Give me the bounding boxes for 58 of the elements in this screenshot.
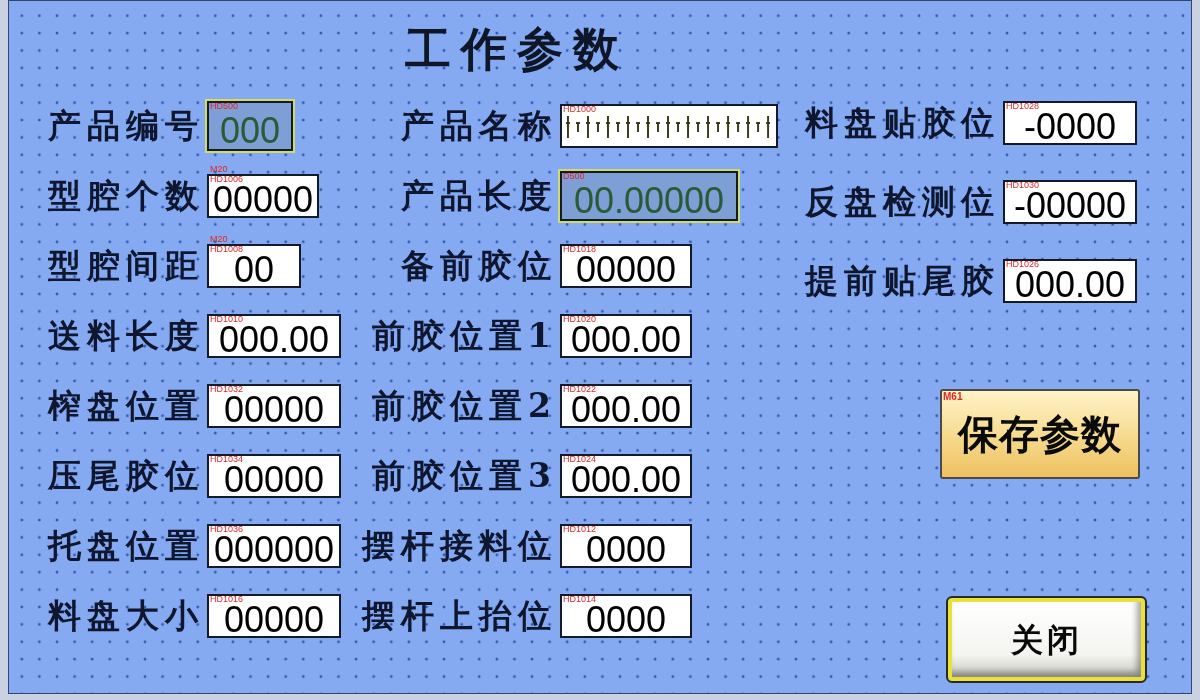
address-tag: HD1022: [563, 385, 597, 394]
field-label: 料盘大小: [46, 596, 205, 636]
address-tag: HD1008: [210, 245, 244, 254]
numeric-field[interactable]: HD1024 000.00: [560, 454, 692, 498]
field-label: 备前胶位: [400, 246, 558, 286]
address-tag: HD1036: [210, 525, 244, 534]
field-label: 型腔个数: [47, 176, 205, 216]
field-label: 摆杆上抬位: [360, 596, 558, 636]
address-tag: HD1016: [210, 595, 244, 604]
numeric-field[interactable]: HD1030 -00000: [1003, 179, 1137, 224]
address-tag: HD1014: [563, 595, 597, 604]
address-tag: HD1006: [210, 175, 244, 184]
address-tag: HD1032: [210, 385, 244, 394]
field-label: 摆杆接料位: [360, 526, 558, 566]
numeric-field[interactable]: HD103400000: [207, 454, 341, 498]
numeric-field[interactable]: HD1028-0000: [1003, 100, 1137, 145]
address-tag: M20: [210, 235, 228, 244]
field-label: 反盘检测位: [804, 181, 1001, 222]
close-button[interactable]: 关闭: [948, 598, 1145, 681]
tick-pattern-icon: [566, 116, 772, 138]
field-label: 送料长度: [47, 316, 205, 356]
numeric-field[interactable]: HD1010 000.00: [207, 314, 341, 358]
field-label: 榨盘位置: [46, 386, 205, 426]
screen-title: 工作参数: [404, 21, 630, 78]
field-label: 产品编号: [47, 106, 205, 146]
address-tag: M20: [210, 165, 228, 174]
field-label: 产品长度: [400, 176, 558, 216]
numeric-field[interactable]: HD1026 000.00: [1003, 258, 1137, 303]
field-label: 托盘位置: [46, 526, 205, 566]
field-label: 型腔间距: [47, 246, 205, 286]
address-tag: HD1024: [563, 455, 597, 464]
numeric-field[interactable]: HD1036 000000: [207, 524, 341, 568]
address-tag: HD1026: [1006, 259, 1040, 269]
save-button[interactable]: M61 保存参数: [940, 389, 1140, 479]
numeric-field[interactable]: HD101600000: [207, 594, 341, 638]
numeric-field[interactable]: HD1020 000.00: [560, 314, 692, 358]
address-tag: HD1020: [563, 315, 597, 324]
field-label: 前胶位置2: [371, 386, 558, 426]
address-tag: HD1010: [210, 315, 244, 324]
field-label: 压尾胶位: [46, 456, 205, 496]
address-tag: D500: [563, 172, 585, 181]
address-tag: HD1012: [563, 525, 597, 534]
text-field[interactable]: HD1000: [560, 104, 778, 148]
field-label: 料盘贴胶位: [803, 102, 1001, 143]
field-label: 前胶位置3: [371, 456, 558, 496]
address-tag: HD500: [210, 102, 238, 111]
field-label: 前胶位置1: [371, 316, 558, 356]
numeric-field[interactable]: HD1022 000.00: [560, 384, 692, 428]
field-label: 产品名称: [400, 106, 558, 146]
address-tag: HD1028: [1006, 101, 1040, 111]
address-tag: HD1030: [1006, 180, 1040, 190]
field-label: 提前贴尾胶: [803, 260, 1001, 301]
address-tag: HD1000: [563, 105, 597, 114]
address-tag: HD1034: [210, 455, 244, 464]
address-tag: M61: [943, 392, 963, 402]
numeric-field[interactable]: HD101800000: [560, 244, 692, 288]
address-tag: HD1018: [563, 245, 597, 254]
numeric-field[interactable]: HD103200000: [207, 384, 341, 428]
